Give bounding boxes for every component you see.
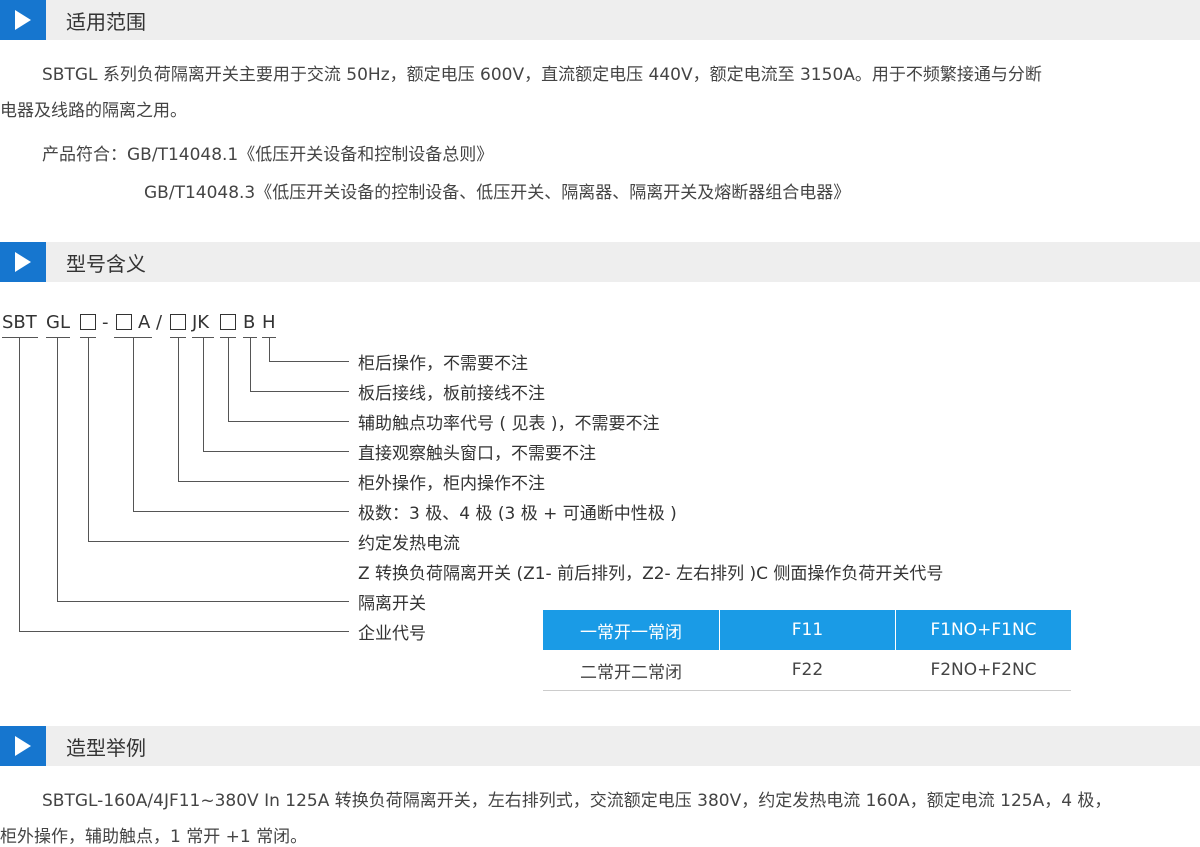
code-part-dash: - [102, 312, 109, 333]
scope-paragraph-line2: 电器及线路的隔离之用。 [0, 101, 187, 121]
leader-line [203, 337, 204, 451]
leader-line [19, 631, 349, 632]
play-arrow-icon [0, 726, 46, 766]
legend-item: 辅助触点功率代号 ( 见表 )，不需要不注 [358, 414, 660, 434]
legend-item: 极数：3 极、4 极 (3 极 + 可通断中性极 ) [358, 504, 677, 524]
code-part-b: B [243, 312, 256, 333]
table-cell: F22 [719, 650, 895, 690]
section-header-scope: 适用范围 [0, 0, 1200, 40]
leader-line [57, 337, 58, 601]
legend-item: Z 转换负荷隔离开关 (Z1- 前后排列，Z2- 左右排列 )C 侧面操作负荷开… [358, 564, 944, 584]
example-paragraph-line1: SBTGL-160A/4JF11~380V In 125A 转换负荷隔离开关，左… [42, 791, 1112, 811]
leader-line [57, 601, 349, 602]
table-cell: 二常开二常闭 [580, 662, 682, 683]
section-title: 适用范围 [66, 10, 146, 34]
table-cell: F11 [719, 610, 895, 650]
placeholder-box [170, 314, 186, 330]
leader-line [269, 361, 349, 362]
placeholder-box [80, 314, 96, 330]
code-part-slash: / [156, 312, 163, 333]
standard-line-2: GB/T14048.3《低压开关设备的控制设备、低压开关、隔离器、隔离开关及熔断… [144, 183, 851, 203]
legend-item: 柜外操作，柜内操作不注 [358, 474, 545, 494]
code-part-h: H [262, 312, 276, 333]
legend-item: 板后接线，板前接线不注 [358, 384, 545, 404]
placeholder-box [116, 314, 132, 330]
code-underline [46, 337, 70, 338]
table-cell: F1NO+F1NC [895, 610, 1071, 650]
table-cell: 一常开一常闭 [580, 622, 682, 643]
legend-item: 企业代号 [358, 624, 426, 644]
legend-item: 约定发热电流 [358, 534, 460, 554]
section-header-example: 造型举例 [0, 726, 1200, 766]
section-title: 造型举例 [66, 736, 146, 760]
leader-line [88, 337, 89, 541]
leader-line [250, 337, 251, 391]
standard-line-1: 产品符合：GB/T14048.1《低压开关设备和控制设备总则》 [42, 145, 494, 165]
code-underline [2, 337, 38, 338]
code-part-gl: GL [46, 312, 70, 333]
legend-item: 直接观察触头窗口，不需要不注 [358, 444, 596, 464]
code-part-sbt: SBT [2, 312, 37, 333]
section-header-model: 型号含义 [0, 242, 1200, 282]
leader-line [203, 451, 349, 452]
leader-line [133, 511, 349, 512]
leader-line [250, 391, 349, 392]
table-cell: F2NO+F2NC [895, 650, 1071, 690]
leader-line [228, 337, 229, 421]
aux-contact-table: 一常开一常闭 F11 F1NO+F1NC 二常开二常闭 F22 F2NO+F2N… [543, 610, 1071, 691]
section-title: 型号含义 [66, 252, 146, 276]
table-header-row: 一常开一常闭 F11 F1NO+F1NC [543, 610, 1071, 650]
example-paragraph-line2: 柜外操作，辅助触点，1 常开 +1 常闭。 [0, 827, 308, 847]
legend-item: 隔离开关 [358, 594, 426, 614]
play-arrow-icon [0, 242, 46, 282]
leader-line [178, 337, 179, 481]
legend-item: 柜后操作，不需要不注 [358, 354, 528, 374]
play-arrow-icon [0, 0, 46, 40]
leader-line [88, 541, 349, 542]
code-part-jk: JK [192, 312, 210, 333]
scope-paragraph-line1: SBTGL 系列负荷隔离开关主要用于交流 50Hz，额定电压 600V，直流额定… [42, 65, 1042, 85]
leader-line [228, 421, 349, 422]
leader-line [133, 337, 134, 511]
leader-line [19, 337, 20, 631]
table-row: 二常开二常闭 F22 F2NO+F2NC [543, 650, 1071, 691]
leader-line [269, 337, 270, 361]
placeholder-box [220, 314, 236, 330]
leader-line [178, 481, 349, 482]
code-part-a: A [138, 312, 151, 333]
